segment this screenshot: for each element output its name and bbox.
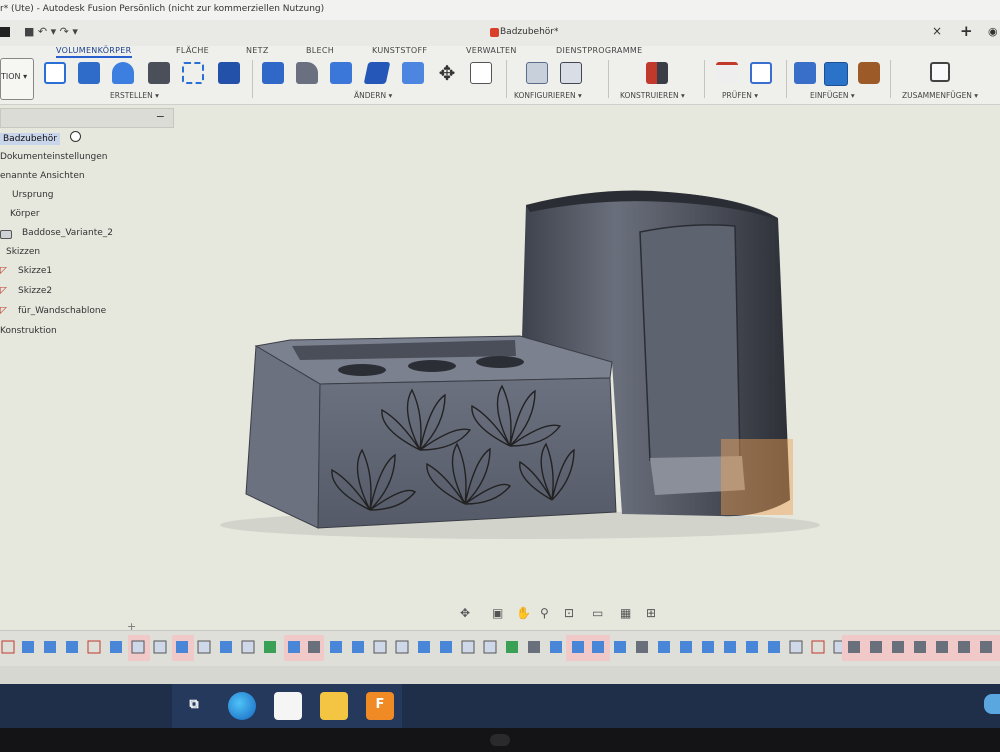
store-icon[interactable]	[274, 692, 302, 720]
viewports-icon[interactable]: ⊞	[646, 606, 660, 620]
task-view-icon[interactable]: ⧉	[180, 692, 208, 720]
fusion-icon-label: F	[375, 697, 385, 712]
fit-icon[interactable]: ⊡	[564, 606, 578, 620]
look-at-icon[interactable]: ▣	[492, 606, 506, 620]
selected-face-highlight[interactable]	[721, 439, 793, 515]
timeline-feature-list[interactable]	[1, 635, 1000, 661]
orbit-icon[interactable]: ✥	[460, 606, 474, 620]
windows-taskbar: ⧉ F	[0, 684, 1000, 728]
pan-icon[interactable]: ✋	[516, 606, 531, 620]
cylinder-slot	[639, 224, 741, 461]
holder-hole	[476, 356, 524, 368]
holder-hole	[338, 364, 386, 376]
notification-icon[interactable]	[984, 694, 1000, 714]
explorer-icon[interactable]	[320, 692, 348, 720]
monitor-bezel	[0, 728, 1000, 752]
grid-icon[interactable]: ▦	[620, 606, 634, 620]
holder-hole	[408, 360, 456, 372]
monitor-logo-icon	[490, 734, 510, 746]
timeline-features	[1, 635, 1000, 661]
fusion-icon[interactable]: F	[366, 692, 394, 720]
status-strip	[0, 666, 1000, 684]
display-settings-icon[interactable]: ▭	[592, 606, 606, 620]
canvas-viewport[interactable]	[0, 0, 1000, 630]
edge-icon[interactable]	[228, 692, 256, 720]
zoom-icon[interactable]: ⚲	[540, 606, 554, 620]
screen: r* (Ute) - Autodesk Fusion Persönlich (n…	[0, 0, 1000, 728]
timeline[interactable]	[0, 630, 1000, 667]
